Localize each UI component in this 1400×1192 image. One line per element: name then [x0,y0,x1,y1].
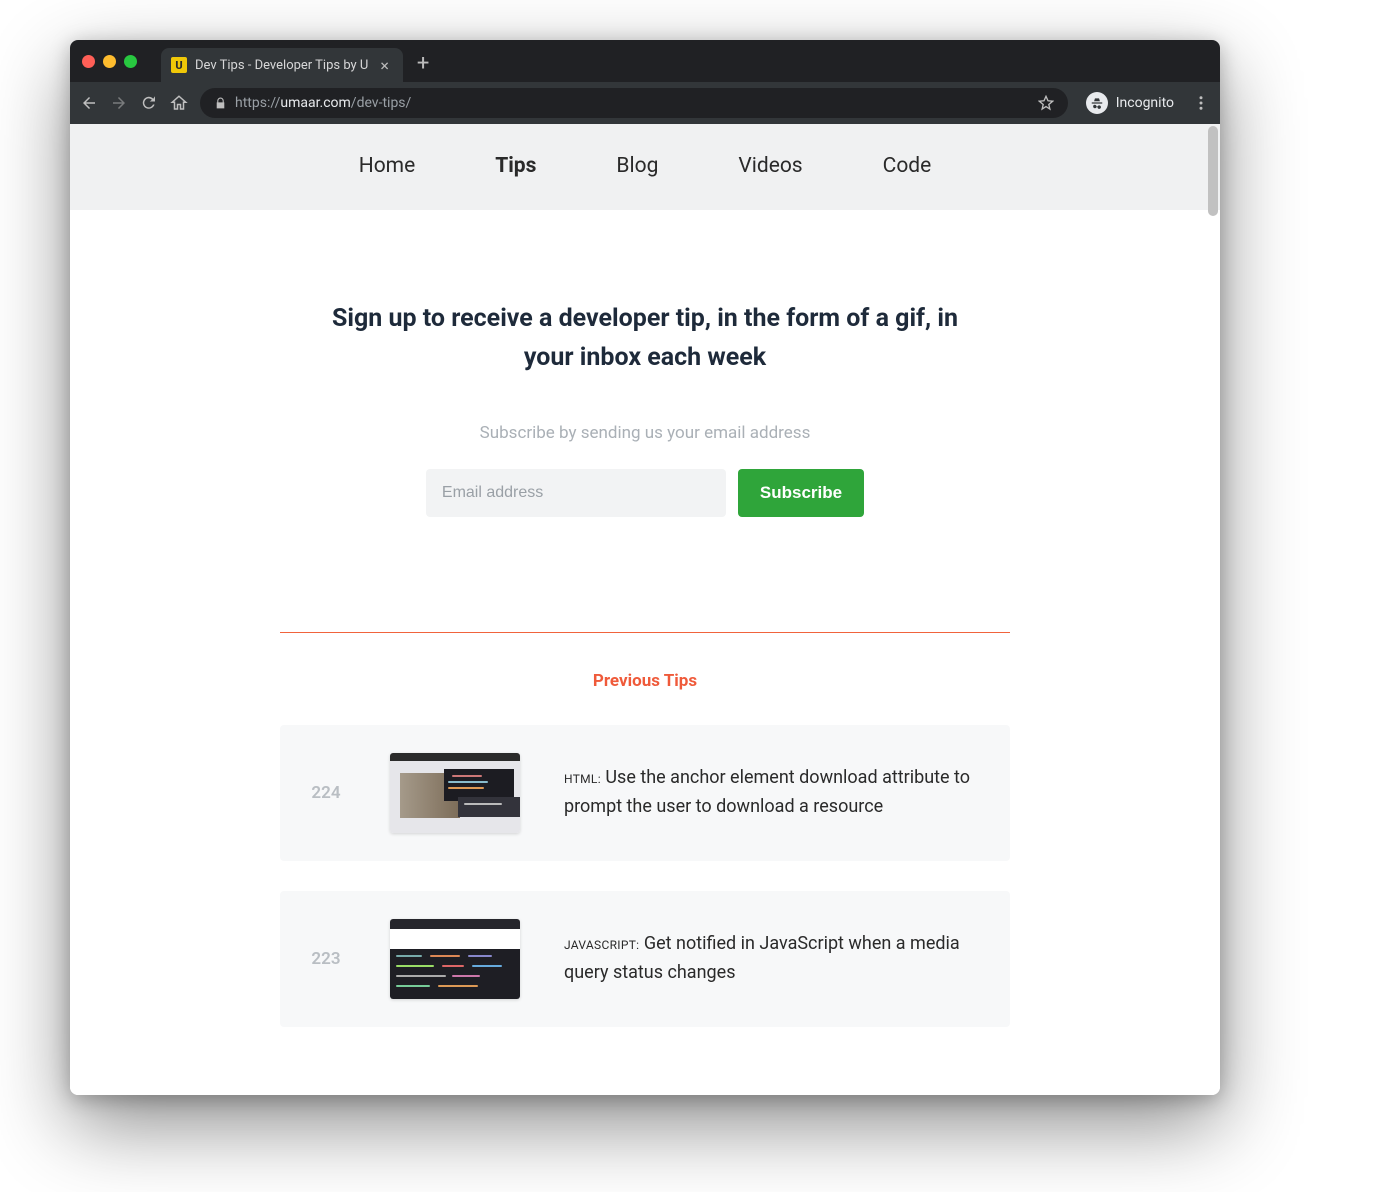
tab-bar: U Dev Tips - Developer Tips by U × + [70,40,1220,82]
incognito-indicator[interactable]: Incognito [1080,92,1180,114]
lock-icon [214,97,227,110]
subscribe-form: Subscribe [70,469,1220,517]
tip-card[interactable]: 224 HTML: Use the anchor element downloa… [280,725,1010,861]
browser-tab[interactable]: U Dev Tips - Developer Tips by U × [161,48,403,82]
previous-tips-heading: Previous Tips [70,671,1220,691]
forward-icon[interactable] [110,94,128,112]
hero-title: Sign up to receive a developer tip, in t… [325,300,965,378]
tip-tag: JavaScript: [564,938,639,952]
email-input[interactable] [426,469,726,517]
browser-menu-icon[interactable] [1192,94,1210,112]
divider [280,632,1010,633]
tip-title: Use the anchor element download attribut… [564,767,970,817]
tab-title: Dev Tips - Developer Tips by U [195,58,368,73]
window-maximize-button[interactable] [124,55,137,68]
tip-thumbnail [390,919,520,999]
browser-window: U Dev Tips - Developer Tips by U × + htt… [70,40,1220,1095]
bookmark-star-icon[interactable] [1038,95,1054,111]
tip-text: HTML: Use the anchor element download at… [564,764,984,822]
tip-thumbnail [390,753,520,833]
back-icon[interactable] [80,94,98,112]
window-minimize-button[interactable] [103,55,116,68]
subscribe-button[interactable]: Subscribe [738,469,864,517]
tip-card[interactable]: 223 JavaScript: Get notified in JavaScri… [280,891,1010,1027]
hero-section: Sign up to receive a developer tip, in t… [70,210,1220,567]
nav-item-code[interactable]: Code [883,154,932,178]
page-viewport: Home Tips Blog Videos Code Sign up to re… [70,124,1220,1095]
site-nav: Home Tips Blog Videos Code [70,124,1220,210]
nav-item-tips[interactable]: Tips [495,154,536,178]
incognito-icon [1086,92,1108,114]
url-text: https://umaar.com/dev-tips/ [235,95,411,111]
tip-number: 223 [306,949,346,969]
nav-item-videos[interactable]: Videos [738,154,802,178]
reload-icon[interactable] [140,94,158,112]
home-icon[interactable] [170,94,188,112]
incognito-label: Incognito [1116,95,1174,111]
tip-tag: HTML: [564,772,601,786]
traffic-lights [82,55,137,68]
tip-text: JavaScript: Get notified in JavaScript w… [564,930,984,988]
nav-item-home[interactable]: Home [359,154,416,178]
new-tab-button[interactable]: + [403,51,443,76]
nav-item-blog[interactable]: Blog [616,154,658,178]
tip-number: 224 [306,783,346,803]
favicon: U [171,57,187,73]
window-close-button[interactable] [82,55,95,68]
url-field[interactable]: https://umaar.com/dev-tips/ [200,88,1068,118]
scrollbar-thumb[interactable] [1208,126,1218,216]
tips-list: 224 HTML: Use the anchor element downloa… [280,725,1010,1027]
tab-close-icon[interactable]: × [376,56,393,75]
address-bar: https://umaar.com/dev-tips/ Incognito [70,82,1220,124]
subscribe-blurb: Subscribe by sending us your email addre… [70,423,1220,443]
